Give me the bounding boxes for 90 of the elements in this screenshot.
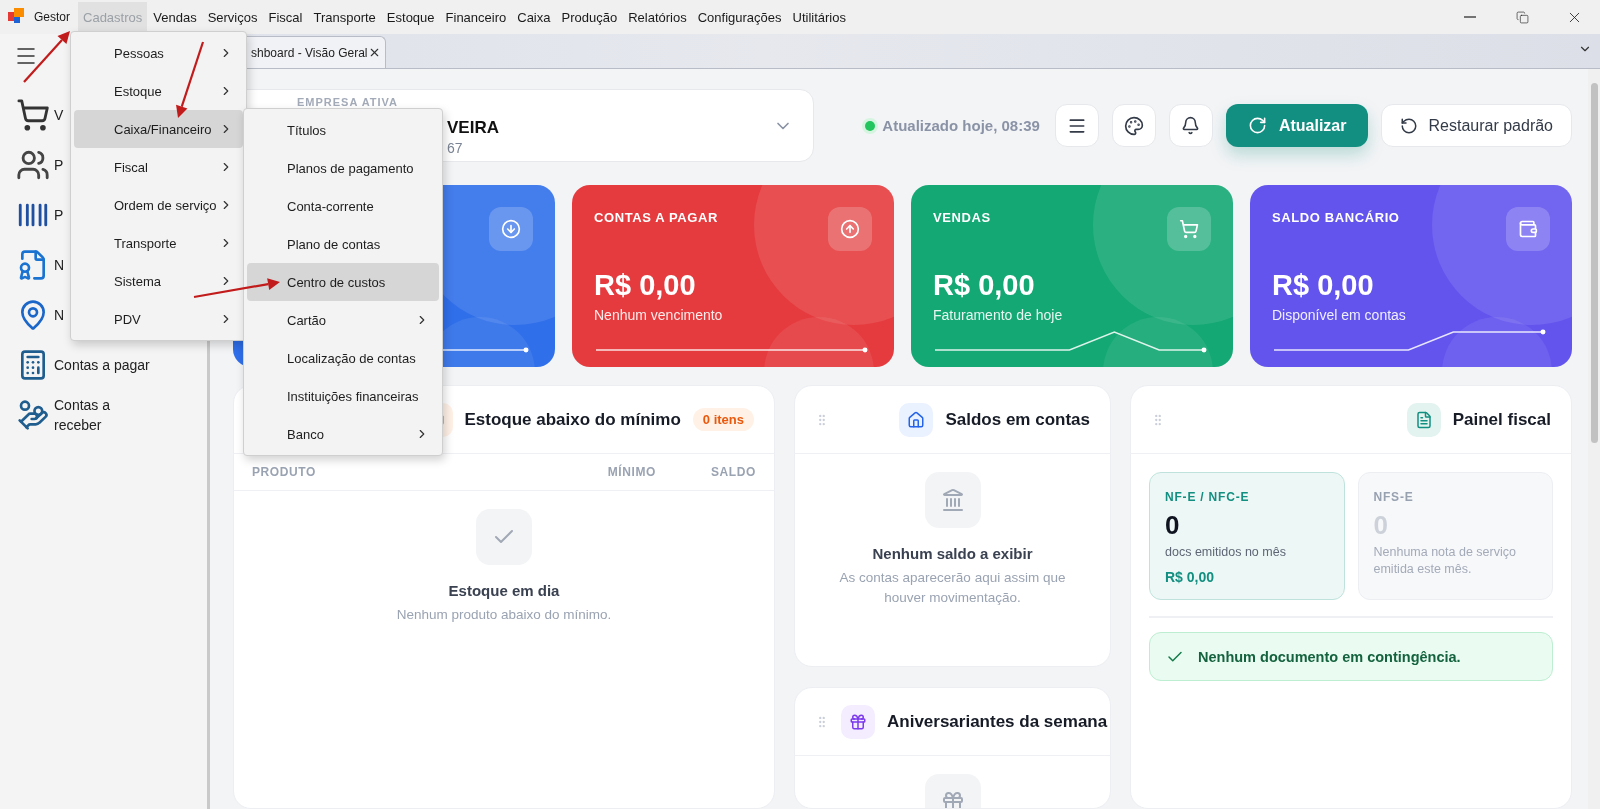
- menu-item[interactable]: Ordem de serviço: [74, 186, 243, 224]
- panel-caption: docs emitidos no mês: [1165, 544, 1287, 561]
- sidebar-item[interactable]: P: [54, 205, 64, 225]
- undo-icon: [1400, 116, 1419, 135]
- card-title: Saldos em contas: [945, 409, 1090, 430]
- gift-icon: [849, 712, 867, 731]
- menu-item[interactable]: Sistema: [74, 262, 243, 300]
- empty-state-title: Estoque em dia: [448, 582, 560, 599]
- palette-button[interactable]: [1111, 104, 1156, 147]
- count-badge: 0 itens: [692, 408, 754, 431]
- empty-state-title: Nenhum saldo a exibir: [872, 545, 1033, 562]
- notifications-button[interactable]: [1168, 104, 1213, 147]
- wallet-icon: [1518, 219, 1538, 239]
- status-text: Atualizado hoje, 08:39: [882, 117, 1040, 134]
- sidebar-item[interactable]: Contas a pagar: [54, 355, 150, 375]
- kpi-value: R$ 0,00: [594, 269, 697, 303]
- card-title: Painel fiscal: [1452, 409, 1551, 430]
- kpi-caption: Faturamento de hoje: [933, 307, 1064, 324]
- menu-bar-item[interactable]: Fiscal: [263, 1, 308, 33]
- sidebar-item[interactable]: P: [54, 155, 64, 175]
- refresh-button[interactable]: Atualizar: [1225, 104, 1369, 147]
- panel-amount: R$ 0,00: [1165, 569, 1216, 585]
- refresh-icon: [1247, 116, 1267, 135]
- menu-bar-item[interactable]: Utilitários: [787, 1, 851, 33]
- column-header: SALDO: [710, 465, 756, 479]
- menu-bar-item[interactable]: Caixa: [512, 1, 556, 33]
- company-name: VEIRA: [447, 118, 499, 138]
- column-header: PRODUTO: [252, 465, 317, 479]
- company-code: 67: [447, 140, 464, 156]
- status-dot: [865, 120, 876, 131]
- menu-bar-item[interactable]: Configurações: [692, 1, 787, 33]
- kpi-title: SALDO BANCÁRIO: [1272, 210, 1400, 225]
- house-icon: [907, 410, 926, 429]
- sidebar-item[interactable]: Contas a receber: [54, 395, 154, 435]
- arrow-down-circle-icon: [501, 219, 521, 239]
- menu-bar-item[interactable]: Vendas: [148, 1, 202, 33]
- company-label: EMPRESA ATIVA: [297, 96, 399, 108]
- annotation-arrow: [23, 31, 70, 83]
- menu-item[interactable]: Caixa/Financeiro: [74, 110, 243, 148]
- menu-item[interactable]: PDV: [74, 300, 243, 338]
- sidebar-item[interactable]: V: [54, 105, 64, 125]
- cart-icon: [16, 98, 50, 132]
- menu-button[interactable]: [1054, 104, 1099, 147]
- cart-icon: [1179, 219, 1199, 239]
- panel-caption: Nenhuma nota de serviço emitida este mês.: [1373, 544, 1517, 578]
- gift-icon: [940, 790, 965, 808]
- card-title: Estoque abaixo do mínimo: [464, 409, 681, 430]
- empty-state-text: Nenhum produto abaixo do mínimo.: [396, 606, 612, 624]
- kpi-caption: Disponível em contas: [1272, 307, 1407, 324]
- menu-item[interactable]: Cartão: [247, 301, 439, 339]
- sidebar-item[interactable]: N: [54, 305, 65, 325]
- menu-item[interactable]: Centro de custos: [247, 263, 439, 301]
- document-icon: [1414, 410, 1433, 429]
- minimize-icon: [1464, 16, 1476, 18]
- menu-bar-item[interactable]: Financeiro: [440, 1, 512, 33]
- menu-item[interactable]: Títulos: [247, 111, 439, 149]
- kpi-title: CONTAS A PAGAR: [594, 210, 718, 225]
- column-header: MÍNIMO: [606, 465, 656, 479]
- palette-icon: [1123, 115, 1144, 136]
- panel-label: NFS-E: [1373, 490, 1415, 504]
- menu-item[interactable]: Banco: [247, 415, 439, 453]
- menu-item[interactable]: Conta-corrente: [247, 187, 439, 225]
- panel-label: NF-E / NFC-E: [1165, 490, 1251, 504]
- document-count: 0: [1165, 510, 1181, 541]
- kpi-caption: Nenhum vencimento: [594, 307, 724, 324]
- app-name: Gestor: [34, 10, 70, 24]
- alert-text: Nenhum documento em contingência.: [1198, 648, 1461, 665]
- menu-bar-item[interactable]: Relatórios: [623, 1, 692, 33]
- bell-icon: [1181, 116, 1201, 135]
- bank-icon: [940, 488, 965, 512]
- menu-bar-item[interactable]: Transporte: [308, 1, 381, 33]
- menu-bar-item[interactable]: Serviços: [202, 1, 263, 33]
- menu-bar-item[interactable]: Estoque: [381, 1, 440, 33]
- menu-item[interactable]: Transporte: [74, 224, 243, 262]
- empty-state-text: As contas aparecerão aqui assim que houver movimentação.: [838, 569, 1067, 607]
- restore-icon: [1515, 10, 1529, 24]
- sidebar-item[interactable]: N: [54, 255, 65, 275]
- arrow-up-circle-icon: [840, 219, 860, 239]
- menu-item[interactable]: Localização de contas: [247, 339, 439, 377]
- card-title: Aniversariantes da semana: [887, 711, 1108, 732]
- people-icon: [16, 148, 50, 182]
- menu-bar-item[interactable]: Produção: [556, 1, 623, 33]
- kpi-value: R$ 0,00: [1272, 269, 1375, 303]
- menu-item[interactable]: Instituições financeiras: [247, 377, 439, 415]
- menu-item[interactable]: Plano de contas: [247, 225, 439, 263]
- kpi-value: R$ 0,00: [933, 269, 1036, 303]
- reset-button[interactable]: Restaurar padrão: [1381, 104, 1572, 147]
- kpi-title: VENDAS: [933, 210, 991, 225]
- app-logo-icon: [8, 8, 26, 26]
- hand-coins-icon: [17, 399, 49, 431]
